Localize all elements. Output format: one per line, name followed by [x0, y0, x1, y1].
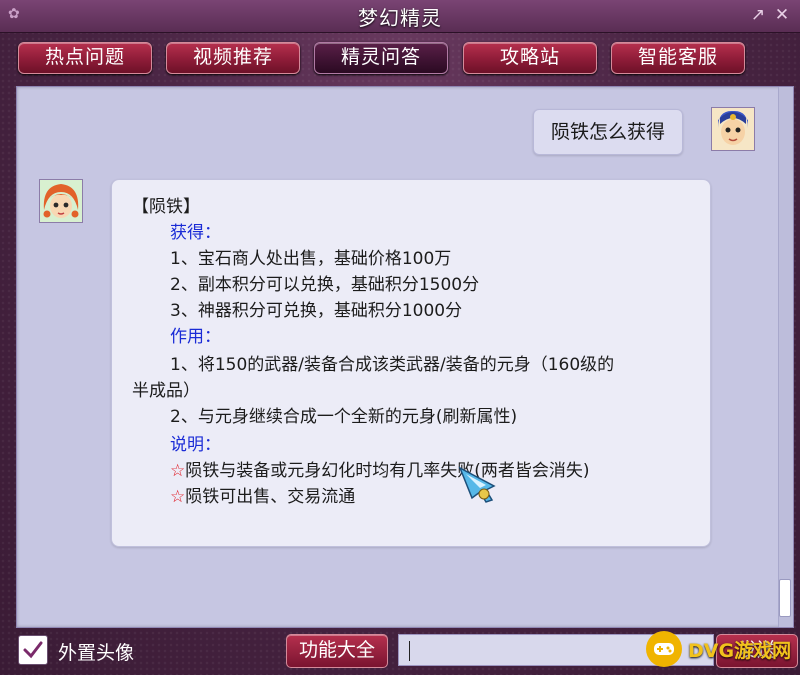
note-line: ☆陨铁与装备或元身幻化时均有几率失败(两者皆会消失)	[170, 456, 590, 481]
window-title: 梦幻精灵	[358, 6, 442, 30]
obtain-line: 3、神器积分可兑换，基础积分1000分	[170, 301, 463, 321]
use-heading: 作用：	[170, 327, 221, 347]
restore-icon[interactable]: ↗	[748, 4, 768, 26]
gamepad-icon	[646, 631, 682, 667]
use-line: 半成品）	[132, 381, 200, 401]
game-cursor-icon	[458, 466, 496, 503]
sprite-avatar-image	[40, 180, 82, 222]
function-list-button[interactable]: 功能大全	[286, 634, 388, 668]
chat-scrollbar[interactable]	[778, 87, 793, 627]
user-message-bubble: 陨铁怎么获得	[533, 109, 683, 155]
tab-video-recommend[interactable]: 视频推荐	[166, 42, 300, 74]
star-icon: ☆	[170, 487, 186, 507]
watermark-text: DVG游戏网	[688, 639, 792, 662]
user-avatar	[711, 107, 755, 151]
title-bar: ✿ 梦幻精灵 ↗ ✕	[0, 0, 800, 33]
scrollbar-thumb[interactable]	[779, 579, 791, 617]
star-icon: ☆	[170, 461, 186, 481]
external-avatar-label: 外置头像	[58, 642, 135, 664]
use-line: 1、将150的武器/装备合成该类武器/装备的元身（160级的	[170, 355, 615, 375]
obtain-heading: 获得：	[170, 223, 221, 243]
sprite-avatar	[39, 179, 83, 223]
user-avatar-image	[712, 108, 754, 150]
checkmark-icon	[23, 641, 43, 659]
sprite-answer-bubble: 【陨铁】 获得： 1、宝石商人处出售，基础价格100万 2、副本积分可以兑换，基…	[111, 179, 711, 547]
tab-sprite-qa[interactable]: 精灵问答	[314, 42, 448, 74]
close-icon[interactable]: ✕	[772, 4, 792, 26]
use-line: 2、与元身继续合成一个全新的元身(刷新属性)	[170, 407, 518, 427]
obtain-line: 1、宝石商人处出售，基础价格100万	[170, 249, 452, 269]
chat-area: 陨铁怎么获得 【陨铁】 获得： 1、宝石商人处出售，基础价格100万 2、副本积…	[16, 86, 794, 628]
note-text: 陨铁可出售、交易流通	[185, 487, 356, 507]
external-avatar-checkbox[interactable]	[18, 635, 48, 665]
answer-title: 【陨铁】	[132, 197, 200, 217]
site-watermark: DVG游戏网	[646, 628, 796, 670]
tab-guide-site[interactable]: 攻略站	[463, 42, 597, 74]
tab-smart-support[interactable]: 智能客服	[611, 42, 745, 74]
note-text: 陨铁与装备或元身幻化时均有几率失败(两者皆会消失)	[185, 461, 590, 481]
note-heading: 说明：	[170, 435, 221, 455]
obtain-line: 2、副本积分可以兑换，基础积分1500分	[170, 275, 480, 295]
text-caret	[409, 641, 410, 661]
note-line: ☆陨铁可出售、交易流通	[170, 482, 355, 507]
tab-hot-questions[interactable]: 热点问题	[18, 42, 152, 74]
